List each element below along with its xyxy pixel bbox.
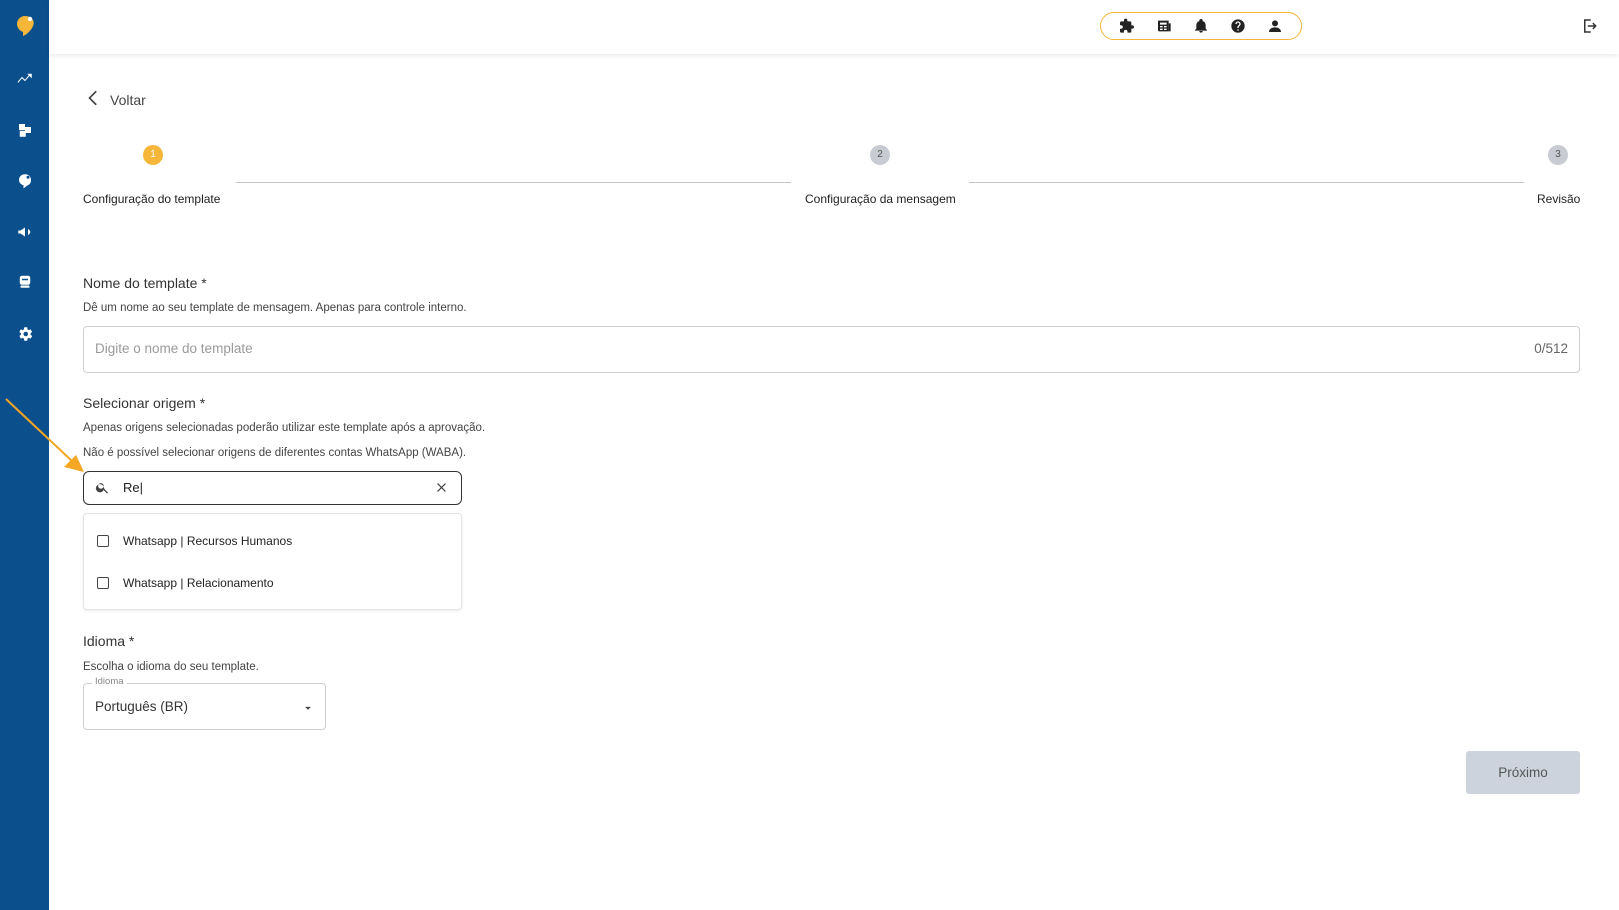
language-select[interactable]: Idioma Português (BR)	[83, 676, 326, 730]
step-1-circle: 1	[143, 145, 163, 165]
origin-option-label: Whatsapp | Relacionamento	[123, 576, 274, 590]
newspaper-icon[interactable]	[1152, 14, 1176, 38]
gear-icon[interactable]	[0, 319, 49, 349]
origin-options-list: Whatsapp | Recursos Humanos Whatsapp | R…	[83, 513, 462, 610]
logout-icon[interactable]	[1581, 17, 1601, 37]
language-description: Escolha o idioma do seu template.	[83, 661, 259, 673]
top-actions	[1100, 12, 1302, 40]
origin-search-input[interactable]: Re|	[83, 471, 462, 505]
checkbox[interactable]	[97, 535, 109, 547]
origin-option[interactable]: Whatsapp | Relacionamento	[97, 576, 274, 590]
bot-icon[interactable]	[0, 266, 49, 296]
template-name-field[interactable]: Digite o nome do template 0/512	[83, 326, 1580, 373]
template-name-counter: 0/512	[1534, 341, 1568, 356]
step-connector	[236, 182, 791, 183]
next-button[interactable]: Próximo	[1466, 751, 1580, 794]
template-name-placeholder: Digite o nome do template	[95, 341, 253, 356]
contacts-icon[interactable]	[0, 166, 49, 196]
campaign-icon[interactable]	[0, 217, 49, 247]
step-2-circle: 2	[870, 145, 890, 165]
checkbox[interactable]	[97, 577, 109, 589]
origin-search-value: Re|	[123, 480, 143, 495]
template-name-description: Dê um nome ao seu template de mensagem. …	[83, 302, 467, 314]
boxes-icon[interactable]	[0, 115, 49, 145]
analytics-icon[interactable]	[0, 64, 49, 94]
logo-icon[interactable]	[0, 11, 49, 41]
puzzle-icon[interactable]	[1115, 14, 1139, 38]
origin-option[interactable]: Whatsapp | Recursos Humanos	[97, 534, 292, 548]
back-label: Voltar	[110, 92, 146, 108]
dropdown-arrow-icon	[305, 706, 311, 710]
step-1-label: Configuração do template	[83, 192, 221, 206]
help-icon[interactable]	[1226, 14, 1250, 38]
chevron-left-icon	[88, 90, 97, 106]
step-3-circle: 3	[1548, 145, 1568, 165]
language-value: Português (BR)	[95, 699, 189, 714]
step-connector	[969, 182, 1524, 183]
origin-label: Selecionar origem *	[83, 395, 206, 411]
origin-description-1: Apenas origens selecionadas poderão util…	[83, 422, 486, 434]
topbar	[49, 0, 1619, 54]
back-link[interactable]: Voltar	[84, 88, 146, 108]
language-label: Idioma *	[83, 633, 135, 649]
user-icon[interactable]	[1263, 14, 1287, 38]
annotation-arrow	[5, 398, 84, 472]
clear-icon[interactable]	[434, 480, 449, 495]
origin-description-2: Não é possível selecionar origens de dif…	[83, 447, 467, 459]
search-icon	[95, 483, 108, 494]
language-field-label: Idioma	[92, 676, 127, 687]
bell-icon[interactable]	[1189, 14, 1213, 38]
template-name-label: Nome do template *	[83, 275, 207, 291]
origin-option-label: Whatsapp | Recursos Humanos	[123, 534, 293, 548]
step-2-label: Configuração da mensagem	[805, 192, 956, 206]
step-3-label: Revisão	[1537, 192, 1581, 206]
